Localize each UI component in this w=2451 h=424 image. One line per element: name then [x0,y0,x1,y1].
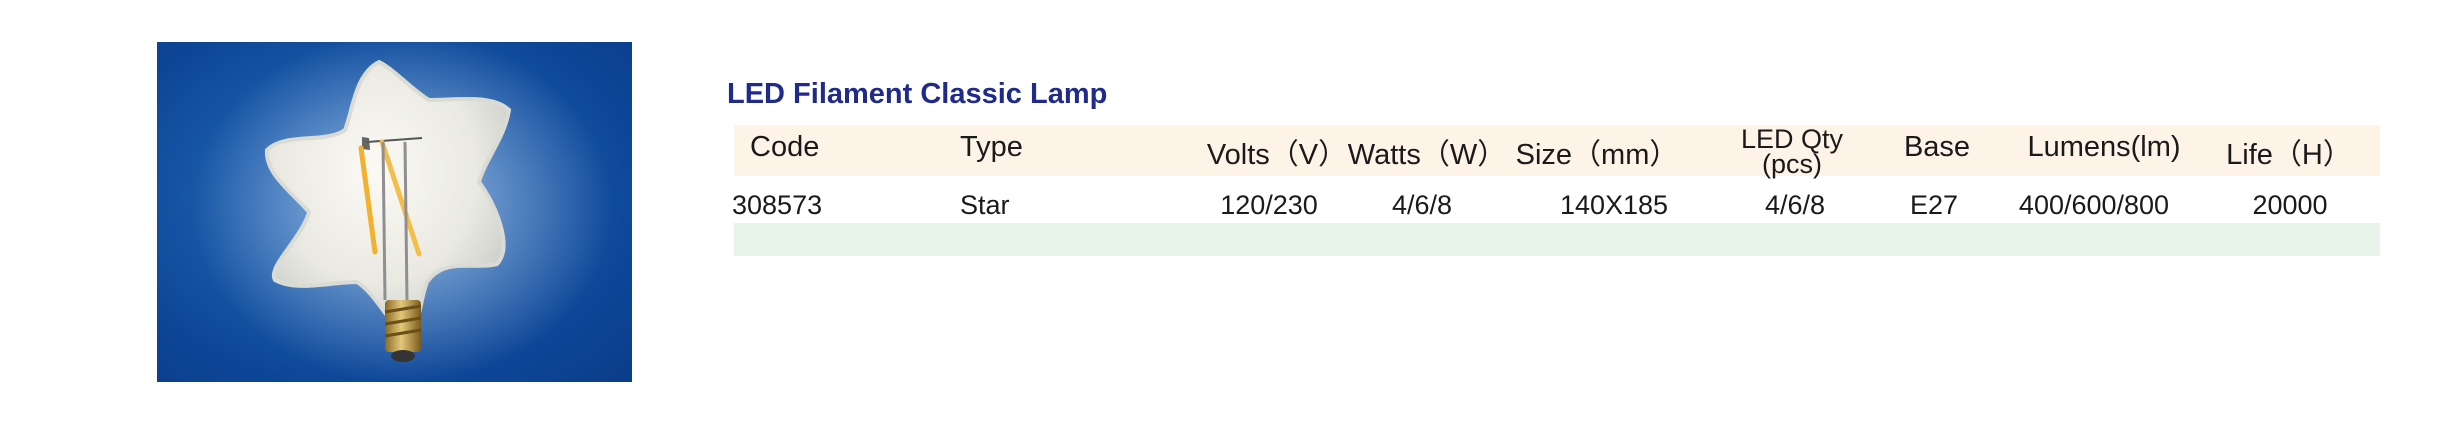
cell-lumens: 400/600/800 [2018,190,2170,220]
table-row-band [734,223,2380,256]
cell-size: 140X185 [1559,190,1669,220]
column-header-watts: Watts（W） [1347,139,1507,171]
column-header-lumens: Lumens(lm) [2027,131,2181,163]
cell-type: Star [960,190,1010,220]
column-header-volts: Volts（V） [1206,139,1348,171]
cell-led-qty: 4/6/8 [1764,190,1826,220]
cell-base: E27 [1909,190,1959,220]
cell-code: 308573 [732,190,823,220]
cell-watts: 4/6/8 [1391,190,1453,220]
column-header-code: Code [750,131,820,163]
column-header-led-qty-line2: (pcs) [1762,149,1822,179]
product-photo [157,42,632,382]
product-title: LED Filament Classic Lamp [727,78,1108,110]
column-header-type: Type [960,131,1023,163]
cell-life: 20000 [2252,190,2328,220]
column-header-base: Base [1903,131,1971,163]
column-header-life: Life（H） [2226,139,2352,171]
column-header-size: Size（mm） [1515,139,1679,171]
column-header-led-qty: LED Qty (pcs) [1741,126,1843,179]
cell-volts: 120/230 [1220,190,1318,220]
